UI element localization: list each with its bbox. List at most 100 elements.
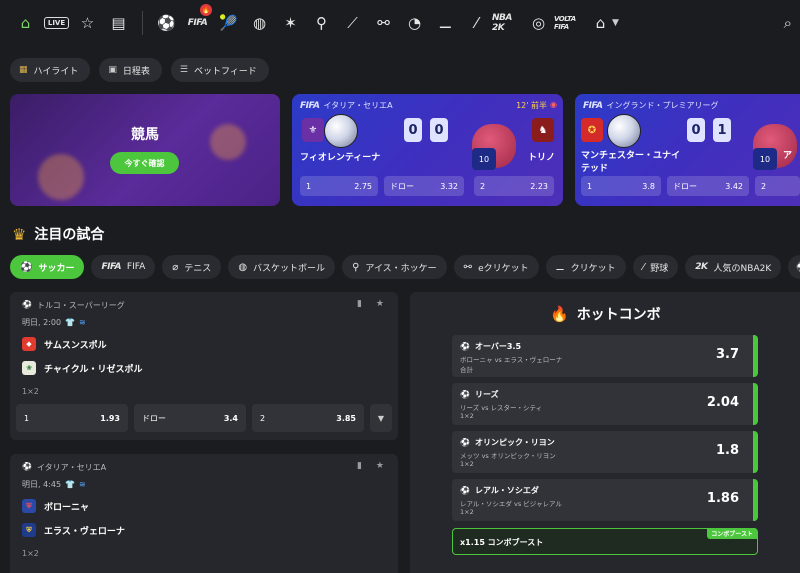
odd-button-home[interactable]: 1 1.93 (16, 404, 128, 432)
tab-overflow[interactable]: ⚽ (788, 255, 800, 279)
odd-button-draw[interactable]: ドロー 3.42 (667, 176, 749, 196)
mascot-blob-icon (210, 124, 246, 160)
odd-button-home[interactable]: 1 3.8 (581, 176, 661, 196)
search-icon[interactable]: ⌕ (784, 14, 792, 32)
live-icon: ◉ (550, 100, 557, 109)
basketball-icon[interactable]: ◍ (244, 8, 275, 38)
hockey-icon: ⚲ (352, 261, 360, 273)
combo-selection[interactable]: ⚽ オリンピック・リヨン メッツ vs オリンピック・リヨン 1×2 1.8 (452, 431, 758, 473)
match-clock: 12' 前半 (516, 101, 547, 110)
hockey-icon[interactable]: ⚲ (306, 8, 337, 38)
verona-crest-icon: ⛨ (22, 523, 36, 537)
tab-nba2k[interactable]: 2K 人気のNBA2K (685, 255, 782, 279)
combo-selection[interactable]: ⚽ レアル・ソシエダ レアル・ソシエダ vs ビジャレアル 1×2 1.86 (452, 479, 758, 521)
bologna-crest-icon: ⛨ (22, 499, 36, 513)
away-score: 1 (713, 118, 731, 142)
tab-tennis[interactable]: ⌀ テニス (162, 255, 222, 279)
home-score: 0 (404, 118, 422, 142)
market-label: 1×2 (22, 549, 39, 558)
stats-icon[interactable]: ▮ (357, 299, 362, 309)
away-score: 0 (430, 118, 448, 142)
rizespor-crest-icon: ❀ (22, 361, 36, 375)
away-team-name: ア (783, 151, 793, 161)
stats-icon[interactable]: ▮ (357, 461, 362, 471)
jersey-icon: 👕 (65, 480, 76, 489)
schedule-pill[interactable]: ▣ 日程表 (99, 58, 162, 82)
odd-button-away[interactable]: 2 (755, 176, 800, 196)
man-utd-crest-icon: ✪ (581, 118, 603, 142)
cricket-icon: ⚊ (555, 261, 565, 273)
market-label: 1×2 (22, 387, 39, 396)
home-icon[interactable]: ⌂ (10, 8, 41, 38)
soccer-icon[interactable]: ⚽ (151, 8, 182, 38)
tab-ecricket[interactable]: ⚯ eクリケット (453, 255, 539, 279)
volleyball-icon[interactable]: ◎ (523, 8, 554, 38)
star-icon[interactable]: ☆ (72, 8, 103, 38)
esports-icon[interactable]: ⟋ (337, 8, 368, 38)
soccer-icon: ⚽ (460, 342, 470, 351)
jersey-icon: 👕 (65, 318, 76, 327)
card-tools: ▮ ★ (357, 461, 384, 471)
tab-soccer[interactable]: ⚽ サッカー (10, 255, 85, 279)
esports-shooter-icon[interactable]: ✶ (275, 8, 306, 38)
betfeed-pill[interactable]: ☰ ベットフィード (170, 58, 269, 82)
featured-match-card[interactable]: FIFA イングランド・プレミアリーグ ✪ 0 1 10 マンチェスター・ユナイテ… (575, 94, 800, 206)
soccer-icon: ⚽ (460, 390, 470, 399)
football-icon (607, 114, 641, 148)
fifa-icon: FIFA (101, 262, 121, 272)
stream-icon: ≋ (79, 480, 86, 489)
home-team-name: マンチェスター・ユナイテッド (581, 151, 681, 174)
cricket-icon[interactable]: ⚊ (430, 8, 461, 38)
match-card: ⚽ トルコ・スーパーリーグ ▮ ★ 明日, 2:00 👕 ≋ ◆ サムスンスポル ❀ チャイ… (10, 292, 398, 440)
match-card: ⚽ イタリア・セリエA ▮ ★ 明日, 4:45 👕 ≋ ⛨ ボローニャ ⛨ エラス・ヴェロ… (10, 454, 398, 573)
chevron-down-icon[interactable]: ▼ (370, 404, 392, 432)
nav-divider (142, 11, 143, 35)
more-sports-icon[interactable]: ⌂ (585, 8, 616, 38)
betslip-icon[interactable]: ▤ (103, 8, 134, 38)
soccer-icon: ⚽ (22, 300, 32, 309)
more-sports-icon: ⚽ (796, 262, 800, 273)
favorite-star-icon[interactable]: ★ (376, 461, 384, 471)
torino-crest-icon: ♞ (532, 118, 554, 142)
league-label: ⚽ トルコ・スーパーリーグ (22, 300, 125, 310)
volta-icon[interactable]: VOLTA FIFA (554, 8, 585, 38)
fire-icon: 🔥 (550, 305, 569, 323)
top-nav: ⌂ LIVE ☆ ▤ ⚽ FIFA 🔥 🎾 ◍ ✶ ⚲ ⟋ ⚯ ◔ ⚊ ⁄ NBA… (0, 0, 800, 46)
combo-selection[interactable]: ⚽ オーバー3.5 ボローニャ vs エラス・ヴェローナ 合計 3.7 (452, 335, 758, 377)
tab-baseball[interactable]: ⁄ 野球 (632, 255, 679, 279)
fire-badge-icon: 🔥 (200, 4, 212, 16)
efootball-icon[interactable]: ◔ (399, 8, 430, 38)
tab-fifa[interactable]: FIFA FIFA (91, 255, 156, 279)
banner-title: 競馬 (131, 127, 159, 143)
horse-racing-banner[interactable]: 競馬 今すぐ確認 (10, 94, 280, 206)
league-label: ⚽ イタリア・セリエA (22, 462, 107, 472)
combo-selection[interactable]: ⚽ リーズ リーズ vs レスター・シティ 1×2 2.04 (452, 383, 758, 425)
odd-button-draw[interactable]: ドロー 3.4 (134, 404, 246, 432)
tab-ice-hockey[interactable]: ⚲ アイス・ホッケー (342, 255, 447, 279)
samsunspor-crest-icon: ◆ (22, 337, 36, 351)
fifa-icon: FIFA (300, 100, 320, 111)
ecricket-icon[interactable]: ⚯ (368, 8, 399, 38)
tennis-icon[interactable]: 🎾 (213, 8, 244, 38)
favorite-star-icon[interactable]: ★ (376, 299, 384, 309)
fifa-icon[interactable]: FIFA 🔥 (182, 4, 213, 38)
section-title: ♛ 注目の試合 (12, 224, 105, 244)
home-score: 0 (687, 118, 705, 142)
live-icon[interactable]: LIVE (41, 8, 72, 38)
baseball-icon[interactable]: ⁄ (461, 8, 492, 38)
odd-button-draw[interactable]: ドロー 3.32 (384, 176, 464, 196)
highlights-pill[interactable]: ▦ ハイライト (10, 58, 91, 82)
hot-combo-title: 🔥 ホットコンボ (550, 305, 661, 323)
odd-button-home[interactable]: 1 2.75 (300, 176, 378, 196)
odd-button-away[interactable]: 2 2.23 (474, 176, 554, 196)
tab-basketball[interactable]: ◍ バスケットボール (228, 255, 336, 279)
tab-cricket[interactable]: ⚊ クリケット (545, 255, 626, 279)
nba2k-icon: 2K (695, 262, 708, 272)
nba2k-icon[interactable]: NBA 2K (492, 8, 523, 38)
tennis-icon: ⌀ (172, 261, 179, 273)
check-now-button[interactable]: 今すぐ確認 (110, 152, 179, 174)
odd-button-away[interactable]: 2 3.85 (252, 404, 364, 432)
combo-boost-button[interactable]: コンボブースト x1.15 コンボブースト (452, 528, 758, 555)
kickoff-time: 明日, 2:00 👕 ≋ (22, 318, 86, 327)
featured-match-card[interactable]: FIFA イタリア・セリエA 12' 前半 ◉ ⚜ 0 0 10 ♞ フィオレンテ… (292, 94, 563, 206)
